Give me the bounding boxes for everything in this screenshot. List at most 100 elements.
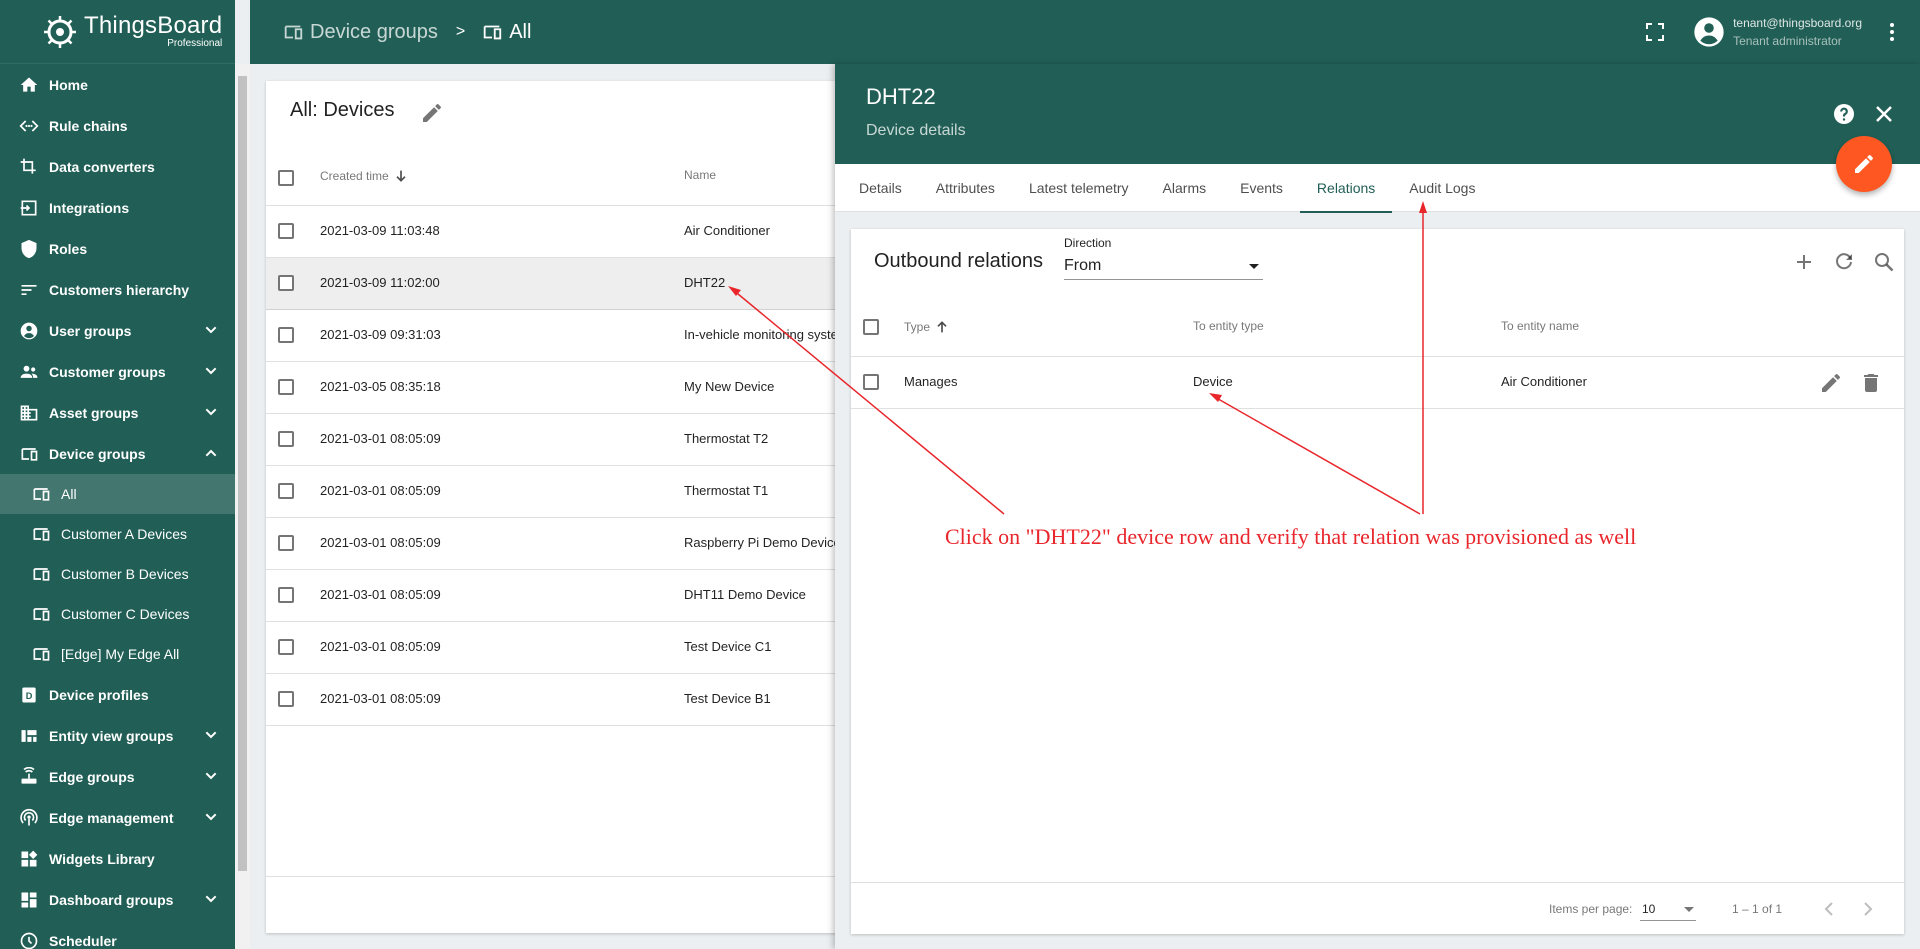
sidebar-item-device-profiles[interactable]: D Device profiles [0,674,235,715]
sidebar-item-dashboard-groups[interactable]: Dashboard groups [0,879,235,920]
sidebar-item-customer-groups[interactable]: Customer groups [0,351,235,392]
sidebar-item-all[interactable]: All [0,474,235,514]
direction-select[interactable]: From [1064,256,1263,280]
row-checkbox[interactable] [278,691,294,707]
fullscreen-icon[interactable] [1643,20,1667,44]
tab-details[interactable]: Details [842,164,919,212]
details-subtitle: Device details [866,122,966,139]
sidebar-item-device-groups[interactable]: Device groups [0,433,235,474]
tab-events[interactable]: Events [1223,164,1300,212]
select-all-checkbox[interactable] [278,170,294,186]
transform-icon [18,156,40,178]
column-created-time[interactable]: Created time [320,168,409,184]
sidebar-item-edge-my-edge-all[interactable]: [Edge] My Edge All [0,634,235,674]
chevron-right-icon[interactable] [1856,897,1880,921]
logo-subtitle: Professional [167,38,223,49]
details-header: DHT22 Device details [835,64,1920,164]
dropdown-arrow-icon [1684,907,1694,912]
row-checkbox[interactable] [278,379,294,395]
chevron-left-icon[interactable] [1817,897,1841,921]
edit-icon[interactable] [420,101,444,125]
breadcrumb-device-groups[interactable]: Device groups [282,21,438,44]
table-row[interactable]: 2021-03-01 08:05:09 Test Device C1 [266,622,846,674]
sidebar-item-widgets-library[interactable]: Widgets Library [0,838,235,879]
logo[interactable]: ThingsBoard Professional [0,0,235,64]
add-icon[interactable] [1792,250,1816,274]
row-checkbox[interactable] [863,374,879,390]
table-row[interactable]: 2021-03-05 08:35:18 My New Device [266,362,846,414]
select-all-checkbox[interactable] [863,319,879,335]
row-checkbox[interactable] [278,223,294,239]
table-row[interactable]: 2021-03-01 08:05:09 DHT11 Demo Device [266,570,846,622]
cell-name: My New Device [684,379,775,394]
device-profile-icon: D [18,684,40,706]
items-per-page-select[interactable]: 10 [1640,899,1696,921]
sidebar-item-asset-groups[interactable]: Asset groups [0,392,235,433]
sidebar-item-rule-chains[interactable]: Rule chains [0,105,235,146]
account-circle-icon[interactable] [1693,16,1725,48]
sidebar-item-label: Device profiles [49,686,149,703]
sidebar-item-scheduler[interactable]: Scheduler [0,920,235,949]
row-checkbox[interactable] [278,431,294,447]
table-row[interactable]: Manages Device Air Conditioner [851,357,1904,409]
table-row[interactable]: 2021-03-01 08:05:09 Thermostat T1 [266,466,846,518]
sidebar-item-label: Asset groups [49,404,139,421]
chevron-up-icon [205,449,217,457]
sidebar-item-data-converters[interactable]: Data converters [0,146,235,187]
edit-fab-button[interactable] [1836,136,1892,192]
table-row[interactable]: 2021-03-01 08:05:09 Test Device B1 [266,674,846,726]
table-row[interactable]: 2021-03-09 09:31:03 In-vehicle monitoring… [266,310,846,362]
sidebar-item-customer-c-devices[interactable]: Customer C Devices [0,594,235,634]
column-to-entity-name[interactable]: To entity name [1501,319,1579,333]
sidebar-item-home[interactable]: Home [0,64,235,105]
column-name[interactable]: Name [684,168,716,182]
chevron-down-icon [205,772,217,780]
user-email: tenant@thingsboard.org [1733,16,1862,30]
delete-icon[interactable] [1859,371,1883,395]
row-checkbox[interactable] [278,327,294,343]
close-icon[interactable] [1872,102,1896,126]
sidebar-item-customers-hierarchy[interactable]: Customers hierarchy [0,269,235,310]
tab-audit-logs[interactable]: Audit Logs [1392,164,1492,212]
cell-name: Air Conditioner [684,223,770,238]
sidebar-item-roles[interactable]: Roles [0,228,235,269]
user-info[interactable]: tenant@thingsboard.org Tenant administra… [1733,14,1862,50]
row-checkbox[interactable] [278,275,294,291]
items-per-page-label: Items per page: [1549,902,1633,916]
sidebar-item-customer-b-devices[interactable]: Customer B Devices [0,554,235,594]
tab-latest-telemetry[interactable]: Latest telemetry [1012,164,1146,212]
tab-alarms[interactable]: Alarms [1146,164,1224,212]
devices-icon [18,443,40,465]
sidebar-item-user-groups[interactable]: User groups [0,310,235,351]
table-row[interactable]: 2021-03-01 08:05:09 Thermostat T2 [266,414,846,466]
sidebar-item-label: Edge groups [49,768,135,785]
column-to-entity-type[interactable]: To entity type [1193,319,1264,333]
sidebar-item-integrations[interactable]: Integrations [0,187,235,228]
table-row[interactable]: 2021-03-09 11:03:48 Air Conditioner [266,206,846,258]
refresh-icon[interactable] [1832,250,1856,274]
sidebar-item-edge-groups[interactable]: Edge groups [0,756,235,797]
sidebar-item-label: Rule chains [49,117,128,134]
cell-created-time: 2021-03-01 08:05:09 [320,691,441,706]
search-icon[interactable] [1872,250,1896,274]
table-row[interactable]: 2021-03-01 08:05:09 Raspberry Pi Demo Dev… [266,518,846,570]
details-tabs: Details Attributes Latest telemetry Alar… [835,164,1920,213]
sidebar-item-edge-management[interactable]: Edge management [0,797,235,838]
row-checkbox[interactable] [278,535,294,551]
row-checkbox[interactable] [278,587,294,603]
annotation-text: Click on "DHT22" device row and verify t… [945,524,1637,549]
more-vert-icon[interactable] [1880,20,1904,44]
table-row-selected[interactable]: 2021-03-09 11:02:00 DHT22 [266,258,846,310]
sidebar-item-entity-view-groups[interactable]: Entity view groups [0,715,235,756]
tab-attributes[interactable]: Attributes [919,164,1012,212]
scrollbar-thumb[interactable] [238,76,247,871]
edit-icon[interactable] [1819,371,1843,395]
sidebar-item-customer-a-devices[interactable]: Customer A Devices [0,514,235,554]
logo-title: ThingsBoard [84,12,223,39]
column-type[interactable]: Type [904,319,950,335]
help-icon[interactable] [1832,102,1856,126]
tab-relations[interactable]: Relations [1299,164,1393,213]
sidebar-scrollbar[interactable] [235,64,250,949]
row-checkbox[interactable] [278,483,294,499]
row-checkbox[interactable] [278,639,294,655]
